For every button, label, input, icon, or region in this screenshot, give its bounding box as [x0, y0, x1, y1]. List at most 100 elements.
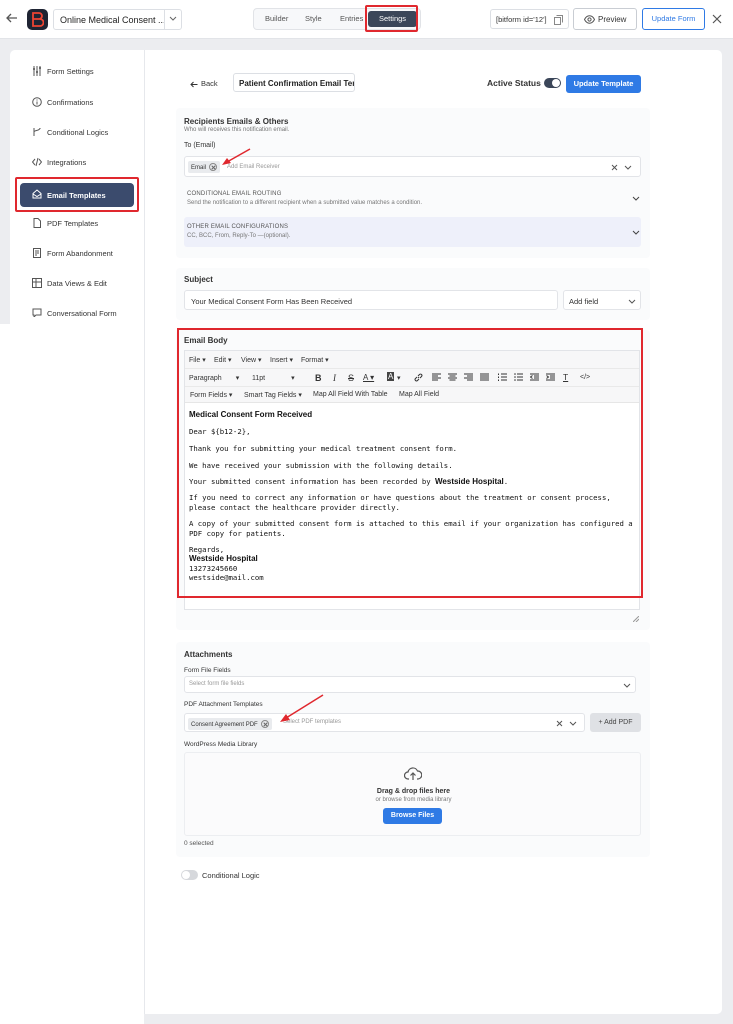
- eye-icon: [584, 15, 595, 24]
- conditional-logic-label: Conditional Logic: [202, 871, 260, 880]
- browse-files-button[interactable]: Browse Files: [383, 808, 442, 824]
- chat-icon: [32, 308, 42, 317]
- email-body-highlight: [177, 328, 643, 598]
- conditional-logic-toggle[interactable]: [181, 870, 198, 880]
- email-templates-highlight: [15, 177, 139, 212]
- subject-value: Your Medical Consent Form Has Been Recei…: [191, 297, 353, 306]
- email-chip[interactable]: Email: [188, 161, 221, 173]
- back-button[interactable]: Back: [190, 79, 218, 88]
- template-name-input[interactable]: Patient Confirmation Email Ter: [233, 73, 355, 92]
- chip-label: Consent Agreement PDF: [191, 722, 258, 728]
- chevron-down-icon[interactable]: [632, 230, 640, 235]
- code-icon: [32, 157, 42, 167]
- form-file-label: Form File Fields: [184, 667, 231, 674]
- update-form-button[interactable]: Update Form: [642, 8, 705, 30]
- active-status-toggle[interactable]: [544, 78, 561, 88]
- preview-button[interactable]: Preview: [573, 8, 637, 30]
- arrow-left-icon: [190, 81, 198, 87]
- add-pdf-button[interactable]: + Add PDF: [590, 713, 641, 732]
- chevron-down-icon[interactable]: [624, 165, 632, 170]
- form-file-placeholder: Select form file fields: [189, 681, 245, 687]
- clear-icon[interactable]: [556, 720, 563, 727]
- remove-chip-icon[interactable]: [260, 720, 269, 728]
- recipients-title: Recipients Emails & Others: [184, 117, 289, 126]
- top-bar: Online Medical Consent ... Builder Style…: [0, 0, 733, 39]
- info-circle-icon: [32, 97, 42, 107]
- attachments-title: Attachments: [184, 650, 233, 659]
- branch-icon: [33, 127, 41, 136]
- red-arrow-annotation: [222, 148, 251, 165]
- routing-subtitle: Send the notification to a different rec…: [187, 200, 423, 206]
- form-file-select[interactable]: Select form file fields: [184, 676, 636, 693]
- to-email-label: To (Email): [184, 142, 216, 149]
- sidebar-item-label: Conversational Form: [47, 309, 117, 317]
- sidebar-item-label: Data Views & Edit: [47, 279, 107, 288]
- other-config-title: OTHER EMAIL CONFIGURATIONS: [187, 224, 289, 230]
- back-arrow-icon[interactable]: [5, 11, 21, 27]
- cloud-upload-icon: [404, 767, 422, 780]
- form-icon: [33, 248, 41, 258]
- add-field-select[interactable]: Add field: [563, 290, 641, 310]
- tab-entries[interactable]: Entries: [340, 14, 363, 23]
- active-status-label: Active Status: [487, 78, 541, 88]
- tab-builder[interactable]: Builder: [265, 14, 288, 23]
- settings-highlight: [365, 5, 418, 32]
- chevron-down-icon: [628, 299, 636, 304]
- pdf-chip[interactable]: Consent Agreement PDF: [188, 718, 272, 730]
- sidebar-overlay: [0, 324, 144, 1024]
- sidebar-item-label: Confirmations: [47, 98, 94, 107]
- subject-input[interactable]: Your Medical Consent Form Has Been Recei…: [184, 290, 558, 310]
- red-arrow-annotation: [280, 694, 324, 722]
- sidebar-item-label: Form Abandonment: [47, 249, 113, 258]
- chip-label: Email: [191, 165, 207, 171]
- form-name: Online Medical Consent ...: [60, 15, 164, 25]
- copy-icon[interactable]: [554, 15, 563, 25]
- media-library-label: WordPress Media Library: [184, 741, 258, 748]
- sidebar-item-integrations[interactable]: Integrations: [21, 155, 141, 171]
- tab-style[interactable]: Style: [305, 14, 322, 23]
- resize-handle-icon[interactable]: [633, 616, 639, 622]
- sliders-icon: [33, 66, 41, 76]
- sidebar-item-conversational-form[interactable]: Conversational Form: [21, 306, 141, 317]
- close-icon[interactable]: [711, 13, 723, 25]
- sidebar-item-pdf-templates[interactable]: PDF Templates: [21, 216, 141, 232]
- form-selector[interactable]: Online Medical Consent ...: [53, 9, 182, 30]
- recipients-subtitle: Who will receives this notification emai…: [184, 127, 290, 133]
- clear-icon[interactable]: [611, 164, 618, 171]
- selected-count: 0 selected: [184, 840, 214, 847]
- chevron-down-icon: [623, 683, 631, 688]
- sidebar-item-confirmations[interactable]: Confirmations: [21, 95, 141, 111]
- routing-title: CONDITIONAL EMAIL ROUTING: [187, 191, 282, 197]
- media-dropzone[interactable]: Drag & drop files here or browse from me…: [184, 752, 641, 836]
- bitform-logo-icon: [27, 9, 48, 30]
- sidebar-item-label: PDF Templates: [47, 219, 99, 228]
- sidebar-item-data-views[interactable]: Data Views & Edit: [21, 276, 141, 292]
- sidebar-item-label: Conditional Logics: [47, 128, 109, 137]
- shortcode-box[interactable]: [bitform id='12']: [490, 9, 569, 29]
- sidebar-item-label: Integrations: [47, 158, 87, 167]
- chevron-down-icon[interactable]: [632, 196, 640, 201]
- back-label: Back: [201, 79, 218, 88]
- shortcode-text: [bitform id='12']: [496, 15, 547, 24]
- other-config-subtitle: CC, BCC, From, Reply-To —(optional).: [187, 233, 291, 239]
- browse-subtext: or browse from media library: [375, 797, 452, 803]
- sidebar-item-form-settings[interactable]: Form Settings: [21, 64, 141, 80]
- drag-drop-text: Drag & drop files here: [376, 788, 451, 795]
- add-field-label: Add field: [569, 297, 599, 306]
- remove-chip-icon[interactable]: [209, 163, 218, 171]
- pdf-templates-select[interactable]: Consent Agreement PDF Select PDF templat…: [184, 713, 585, 732]
- update-template-button[interactable]: Update Template: [566, 75, 641, 93]
- sidebar-item-conditional-logics[interactable]: Conditional Logics: [21, 125, 141, 141]
- to-email-field[interactable]: Email Add Email Receiver: [184, 156, 641, 177]
- conditional-email-routing[interactable]: CONDITIONAL EMAIL ROUTING Send the notif…: [184, 186, 641, 212]
- chevron-down-icon[interactable]: [569, 721, 577, 726]
- pdf-templates-label: PDF Attachment Templates: [184, 701, 263, 708]
- sidebar-divider: [144, 50, 145, 1014]
- document-icon: [33, 218, 41, 228]
- table-icon: [32, 278, 42, 288]
- sidebar-item-label: Form Settings: [47, 67, 94, 76]
- sidebar-item-form-abandonment[interactable]: Form Abandonment: [21, 246, 141, 262]
- other-email-configurations[interactable]: OTHER EMAIL CONFIGURATIONS CC, BCC, From…: [184, 217, 641, 247]
- preview-label: Preview: [598, 15, 627, 24]
- chevron-down-icon[interactable]: [164, 10, 181, 29]
